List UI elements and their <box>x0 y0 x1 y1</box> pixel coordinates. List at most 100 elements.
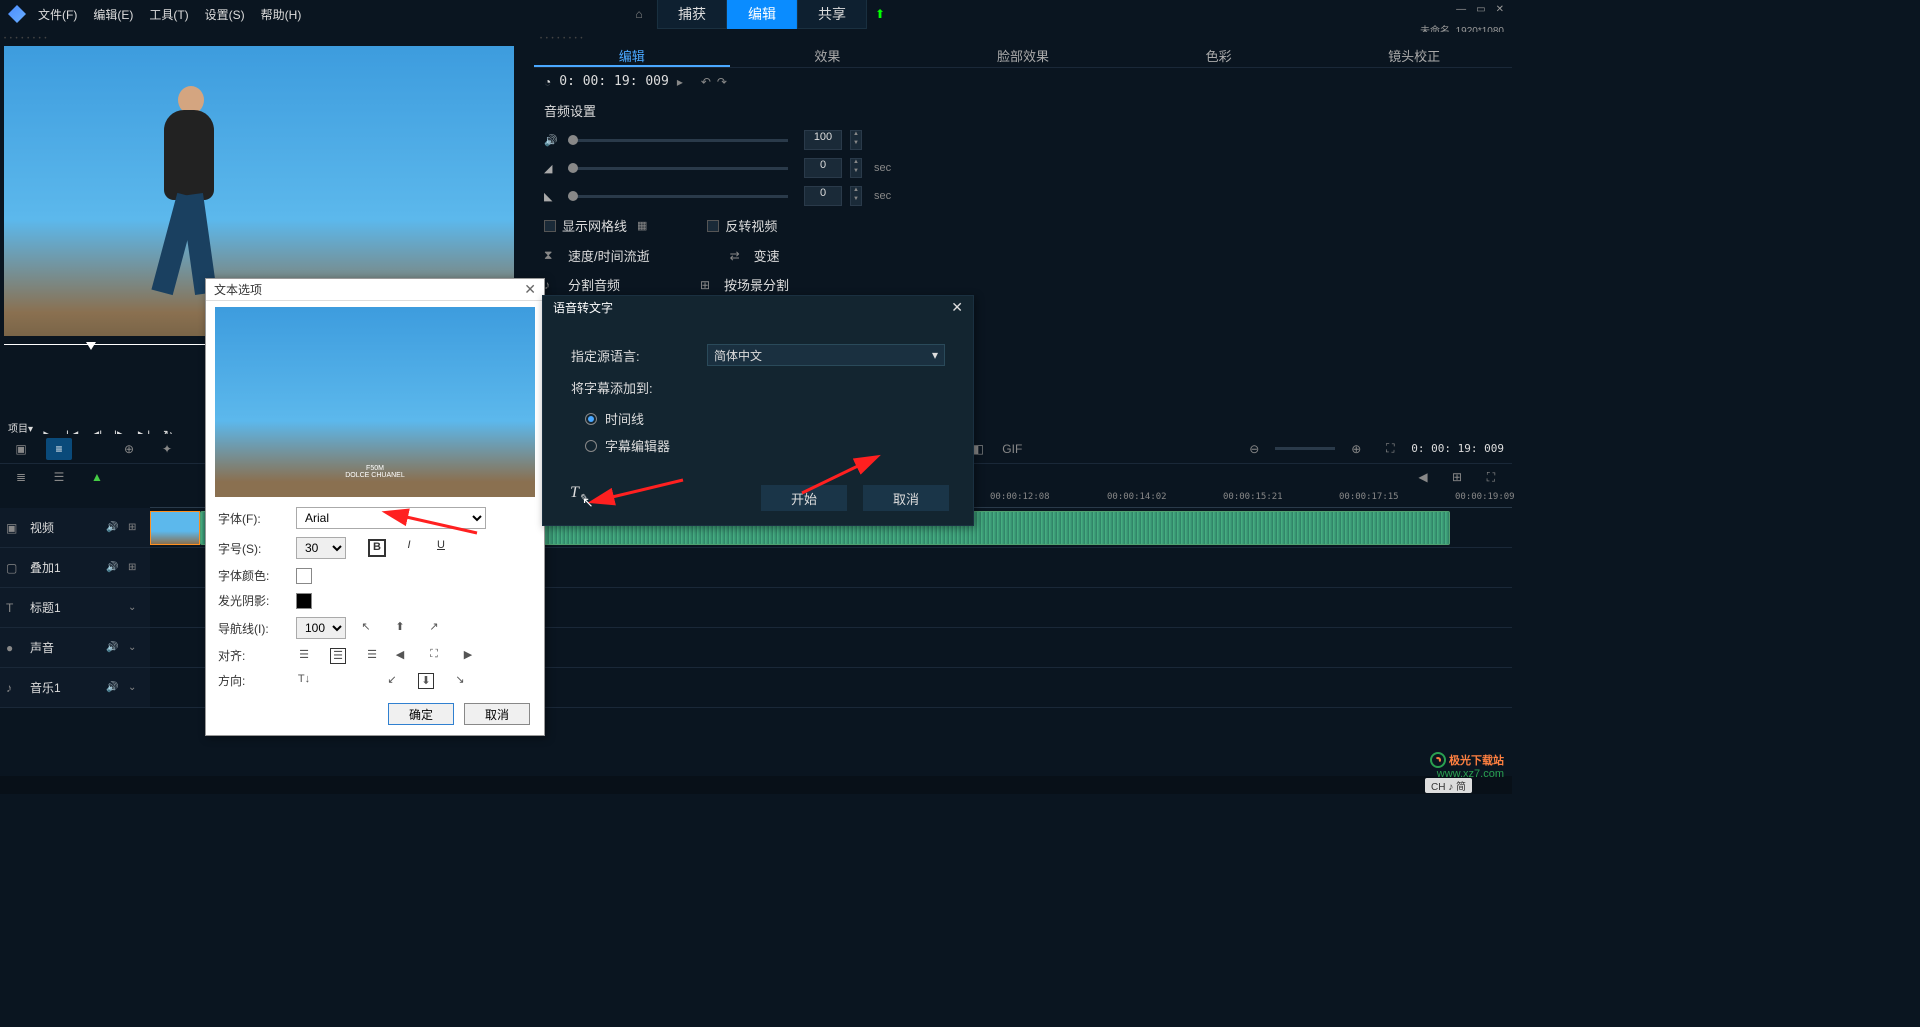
clip-thumbnail[interactable] <box>150 511 200 545</box>
font-color-swatch[interactable] <box>296 568 312 584</box>
proptab-lens[interactable]: 镜头校正 <box>1316 42 1512 67</box>
font-select[interactable]: Arial <box>296 507 486 529</box>
radio-editor[interactable]: 字幕编辑器 <box>585 436 945 455</box>
volume-spinner[interactable]: ▲▼ <box>850 130 862 150</box>
nav-bottom-left-icon[interactable]: ↙ <box>384 673 400 689</box>
nav-top-left-icon[interactable]: ↖ <box>358 620 374 636</box>
track-up-button[interactable]: ▲ <box>84 466 110 488</box>
fade-out-value[interactable]: 0 <box>804 186 842 206</box>
timeline-timecode[interactable]: 0: 00: 19: 009 <box>1411 442 1504 455</box>
cancel-button[interactable]: 取消 <box>863 485 949 511</box>
bold-button[interactable]: B <box>368 539 386 557</box>
nav-select[interactable]: 100 <box>296 617 346 639</box>
direction-icon[interactable]: T↓ <box>296 673 312 689</box>
close-button[interactable]: ✕ <box>1496 4 1504 15</box>
tab-share[interactable]: 共享 <box>797 0 867 29</box>
menu-help[interactable]: 帮助(H) <box>261 6 302 23</box>
layout-button[interactable]: ⊞ <box>1444 466 1470 488</box>
align-left-icon[interactable]: ☰ <box>296 648 312 664</box>
mute-icon[interactable]: 🔊 <box>106 682 122 693</box>
minimize-button[interactable]: — <box>1456 4 1466 15</box>
lock-icon[interactable]: ⊞ <box>128 562 144 573</box>
speed-time-button[interactable]: ⧗速度/时间流逝 <box>544 246 650 265</box>
scroll-left-button[interactable]: ◀ <box>1410 466 1436 488</box>
fit-button[interactable]: ⛶ <box>1377 438 1403 460</box>
timeline-view-button[interactable]: ≡ <box>46 438 72 460</box>
font-label: 字体(F): <box>218 510 288 527</box>
tab-edit[interactable]: 编辑 <box>727 0 797 29</box>
close-icon[interactable]: ✕ <box>951 299 963 316</box>
nav-center-icon[interactable]: ⛶ <box>426 648 442 664</box>
italic-button[interactable]: I <box>400 539 418 557</box>
subtitle-button[interactable]: GIF <box>999 438 1025 460</box>
speed-icon: ⧗ <box>544 248 560 263</box>
maximize-button[interactable]: ▭ <box>1476 4 1485 15</box>
chevron-down-icon[interactable]: ⌄ <box>128 602 144 613</box>
undo-icon[interactable]: ↶ <box>701 75 711 89</box>
menu-edit[interactable]: 编辑(E) <box>93 6 133 23</box>
proptab-color[interactable]: 色彩 <box>1121 42 1317 67</box>
volume-slider[interactable] <box>568 139 788 142</box>
reverse-video-checkbox[interactable]: 反转视频 <box>707 216 777 235</box>
nav-down-icon[interactable]: ⬇ <box>418 673 434 689</box>
menu-settings[interactable]: 设置(S) <box>205 6 245 23</box>
size-select[interactable]: 30 <box>296 537 346 559</box>
tab-capture[interactable]: 捕获 <box>657 0 727 29</box>
storyboard-view-button[interactable]: ▣ <box>8 438 34 460</box>
nav-left-icon[interactable]: ◀ <box>392 648 408 664</box>
proptab-edit[interactable]: 编辑 <box>534 42 730 67</box>
fade-out-spinner[interactable]: ▲▼ <box>850 186 862 206</box>
split-audio-button[interactable]: ♪分割音频 <box>544 275 620 294</box>
home-icon[interactable]: ⌂ <box>627 4 651 24</box>
nav-top-right-icon[interactable]: ↗ <box>426 620 442 636</box>
varispeed-button[interactable]: ⇄变速 <box>730 246 780 265</box>
radio-timeline[interactable]: 时间线 <box>585 409 945 428</box>
glow-color-swatch[interactable] <box>296 593 312 609</box>
align-right-icon[interactable]: ☰ <box>364 648 380 664</box>
volume-value[interactable]: 100 <box>804 130 842 150</box>
video-track-icon: ▣ <box>6 521 24 535</box>
upload-icon[interactable]: ⬆ <box>875 7 885 21</box>
mute-icon[interactable]: 🔊 <box>106 642 122 653</box>
scene-split-button[interactable]: ⊞按场景分割 <box>700 275 789 294</box>
options-button[interactable]: ☰ <box>46 466 72 488</box>
lock-icon[interactable]: ⊞ <box>128 522 144 533</box>
redo-icon[interactable]: ↷ <box>717 75 727 89</box>
proptab-face[interactable]: 脸部效果 <box>925 42 1121 67</box>
list-button[interactable]: ≣ <box>8 466 34 488</box>
audio-section-title: 音频设置 <box>534 95 1512 126</box>
zoom-slider[interactable] <box>1275 447 1335 450</box>
fade-in-spinner[interactable]: ▲▼ <box>850 158 862 178</box>
mute-icon[interactable]: 🔊 <box>106 562 122 573</box>
mute-icon[interactable]: 🔊 <box>106 522 122 533</box>
window-controls: — ▭ ✕ <box>1456 4 1504 15</box>
duration-display[interactable]: 0: 00: 19: 009 <box>559 74 669 89</box>
zoom-in-button[interactable]: ⊕ <box>1343 438 1369 460</box>
nav-right-icon[interactable]: ▶ <box>460 648 476 664</box>
tools-button[interactable]: ✦ <box>154 438 180 460</box>
fade-out-slider[interactable] <box>568 195 788 198</box>
menu-tools[interactable]: 工具(T) <box>149 6 188 23</box>
start-button[interactable]: 开始 <box>761 485 847 511</box>
show-grid-checkbox[interactable]: 显示网格线▦ <box>544 216 647 235</box>
ok-button[interactable]: 确定 <box>388 703 454 725</box>
nav-up-icon[interactable]: ⬆ <box>392 620 408 636</box>
underline-button[interactable]: U <box>432 539 450 557</box>
scrub-marker[interactable] <box>86 342 96 350</box>
fade-in-value[interactable]: 0 <box>804 158 842 178</box>
fade-in-slider[interactable] <box>568 167 788 170</box>
chevron-down-icon[interactable]: ⌄ <box>128 682 144 693</box>
expand-button[interactable]: ⛶ <box>1478 466 1504 488</box>
align-center-icon[interactable]: ☰ <box>330 648 346 664</box>
menu-file[interactable]: 文件(F) <box>38 6 77 23</box>
ruler-tick: 00:00:14:02 <box>1107 492 1167 502</box>
source-lang-select[interactable]: 简体中文▾ <box>707 344 945 366</box>
chevron-down-icon[interactable]: ⌄ <box>128 642 144 653</box>
zoom-out-button[interactable]: ⊖ <box>1241 438 1267 460</box>
proptab-effects[interactable]: 效果 <box>730 42 926 67</box>
cancel-button[interactable]: 取消 <box>464 703 530 725</box>
close-icon[interactable]: ✕ <box>524 281 536 298</box>
add-media-button[interactable]: ⊕ <box>116 438 142 460</box>
nav-bottom-right-icon[interactable]: ↘ <box>452 673 468 689</box>
panel-grip[interactable]: • • • • • • • • <box>4 36 530 42</box>
